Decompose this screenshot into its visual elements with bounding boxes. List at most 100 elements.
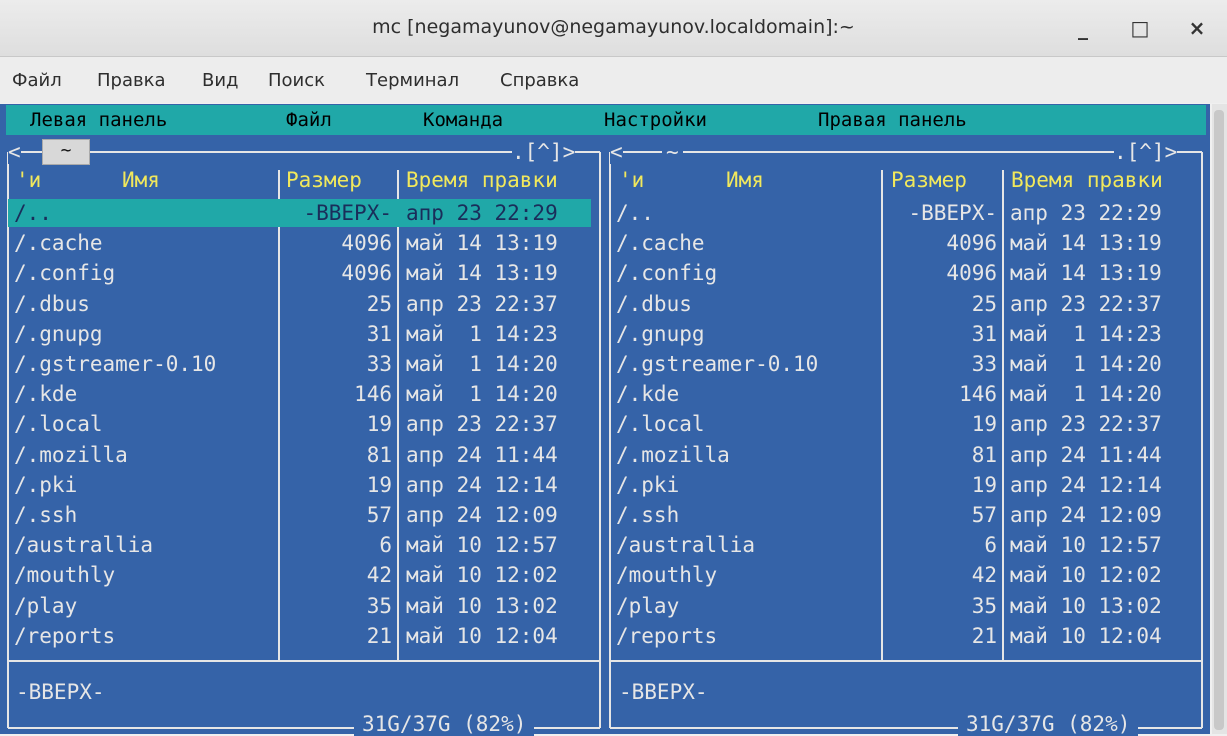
file-name: /play <box>14 593 78 618</box>
file-name: /.gnupg <box>616 321 705 346</box>
file-name: /.config <box>616 261 718 286</box>
file-row[interactable]: /play 35 май 10 13:02 <box>610 591 1196 621</box>
file-row[interactable]: /.ssh 57 апр 24 12:09 <box>610 500 1196 530</box>
file-name: /reports <box>616 623 718 648</box>
file-name: /.kde <box>14 382 78 407</box>
left-col-name[interactable]: Имя <box>122 168 160 192</box>
file-mtime: апр 24 12:14 <box>406 472 558 497</box>
file-name: /.pki <box>616 472 680 497</box>
file-size: 35 <box>366 593 392 618</box>
right-col-name[interactable]: Имя <box>726 168 764 192</box>
file-size: 4096 <box>946 231 997 256</box>
file-row[interactable]: /mouthly 42 май 10 12:02 <box>610 560 1196 590</box>
file-name: /.pki <box>14 472 78 497</box>
left-col-size[interactable]: Размер <box>286 168 362 192</box>
left-panel-arrow: < <box>8 140 21 164</box>
file-name: /reports <box>14 623 116 648</box>
file-mtime: май 10 13:02 <box>1010 593 1162 618</box>
file-size: 42 <box>366 563 392 588</box>
file-mtime: май 10 12:02 <box>406 563 558 588</box>
file-row[interactable]: /.mozilla 81 апр 24 11:44 <box>610 440 1196 470</box>
file-name: /.kde <box>616 382 680 407</box>
left-col-sort[interactable]: 'и <box>16 168 41 192</box>
right-col-mtime[interactable]: Время правки <box>1011 168 1163 192</box>
file-row[interactable]: /.mozilla 81 апр 24 11:44 <box>8 440 594 470</box>
file-row[interactable]: /play 35 май 10 13:02 <box>8 591 594 621</box>
file-size: 146 <box>354 382 392 407</box>
file-mtime: май 10 12:04 <box>406 623 558 648</box>
file-name: /.ssh <box>14 503 78 527</box>
file-row[interactable]: /.local 19 апр 23 22:37 <box>610 409 1196 439</box>
file-row[interactable]: /.gstreamer-0.10 33 май 1 14:20 <box>8 349 594 379</box>
file-name: /.gstreamer-0.10 <box>616 352 819 376</box>
file-row[interactable]: /.config 4096 май 14 13:19 <box>8 258 594 288</box>
file-mtime: апр 23 22:37 <box>406 412 558 437</box>
file-row[interactable]: /.gstreamer-0.10 33 май 1 14:20 <box>610 349 1196 379</box>
file-size: 21 <box>971 623 997 648</box>
left-panel-path[interactable]: ~ <box>42 139 90 165</box>
file-row[interactable]: /.ssh 57 апр 24 12:09 <box>8 500 594 530</box>
left-col-mtime[interactable]: Время правки <box>406 168 558 192</box>
file-row[interactable]: /.pki 19 апр 24 12:14 <box>8 470 594 500</box>
file-row[interactable]: /australlia 6 май 10 12:57 <box>8 530 594 560</box>
file-row[interactable]: /.config 4096 май 14 13:19 <box>610 258 1196 288</box>
file-size: 19 <box>971 472 997 497</box>
file-mtime: апр 24 11:44 <box>1010 442 1162 467</box>
right-panel-arrow: < <box>610 140 623 164</box>
file-mtime: май 1 14:23 <box>406 321 558 346</box>
file-row[interactable]: /.gnupg 31 май 1 14:23 <box>610 319 1196 349</box>
right-panel-path[interactable]: ~ <box>662 140 683 164</box>
file-name: /mouthly <box>616 563 718 588</box>
file-row[interactable]: /reports 21 май 10 12:04 <box>610 621 1196 651</box>
file-mtime: май 14 13:19 <box>1010 231 1162 256</box>
file-size: 57 <box>971 503 997 527</box>
file-name: /australlia <box>616 533 756 558</box>
file-mtime: май 1 14:20 <box>406 382 558 407</box>
file-row[interactable]: /.gnupg 31 май 1 14:23 <box>8 319 594 349</box>
file-mtime: апр 24 12:09 <box>406 503 558 527</box>
file-size: 42 <box>971 563 997 588</box>
file-mtime: апр 23 22:37 <box>1010 291 1162 316</box>
file-size: 81 <box>366 442 392 467</box>
right-status: -ВВЕРХ- <box>619 680 708 704</box>
file-size: 4096 <box>341 261 392 286</box>
left-panel-corner[interactable]: .[^]> <box>512 140 576 164</box>
file-row[interactable]: /.cache 4096 май 14 13:19 <box>610 228 1196 258</box>
file-row[interactable]: /.dbus 25 апр 23 22:37 <box>8 289 594 319</box>
file-row[interactable]: /.kde 146 май 1 14:20 <box>610 379 1196 409</box>
file-row[interactable]: /.local 19 апр 23 22:37 <box>8 409 594 439</box>
file-size: 4096 <box>946 261 997 286</box>
file-mtime: май 10 12:04 <box>1010 623 1162 648</box>
file-name: /.dbus <box>14 291 90 316</box>
file-mtime: май 10 12:02 <box>1010 563 1162 588</box>
file-row[interactable]: /.. -ВВЕРХ-апр 23 22:29 <box>8 198 594 228</box>
file-row[interactable]: /mouthly 42 май 10 12:02 <box>8 560 594 590</box>
file-size: 21 <box>366 623 392 648</box>
file-size: 146 <box>959 382 997 407</box>
file-name: /.dbus <box>616 291 692 316</box>
file-row[interactable]: /australlia 6 май 10 12:57 <box>610 530 1196 560</box>
file-size: 19 <box>366 412 392 437</box>
file-name: /.gstreamer-0.10 <box>14 352 217 376</box>
file-row[interactable]: /.. -ВВЕРХ-апр 23 22:29 <box>610 198 1196 228</box>
file-mtime: май 14 13:19 <box>406 231 558 256</box>
file-row[interactable]: /.pki 19 апр 24 12:14 <box>610 470 1196 500</box>
file-size: 25 <box>971 291 997 316</box>
file-mtime: апр 23 22:37 <box>1010 412 1162 437</box>
file-mtime: май 1 14:20 <box>406 352 558 376</box>
right-col-size[interactable]: Размер <box>891 168 967 192</box>
file-size: 35 <box>971 593 997 618</box>
file-size: 33 <box>971 352 997 376</box>
file-row[interactable]: /.cache 4096 май 14 13:19 <box>8 228 594 258</box>
right-panel-corner[interactable]: .[^]> <box>1114 140 1178 164</box>
right-col-sort[interactable]: 'и <box>619 168 644 192</box>
file-name: /.local <box>616 412 705 437</box>
file-name: /.mozilla <box>14 442 128 467</box>
file-name: /.config <box>14 261 116 286</box>
file-name: /.. <box>616 201 654 225</box>
file-row[interactable]: /.kde 146 май 1 14:20 <box>8 379 594 409</box>
file-row[interactable]: /reports 21 май 10 12:04 <box>8 621 594 651</box>
file-mtime: апр 24 12:14 <box>1010 472 1162 497</box>
file-row[interactable]: /.dbus 25 апр 23 22:37 <box>610 289 1196 319</box>
file-size: 25 <box>366 291 392 316</box>
